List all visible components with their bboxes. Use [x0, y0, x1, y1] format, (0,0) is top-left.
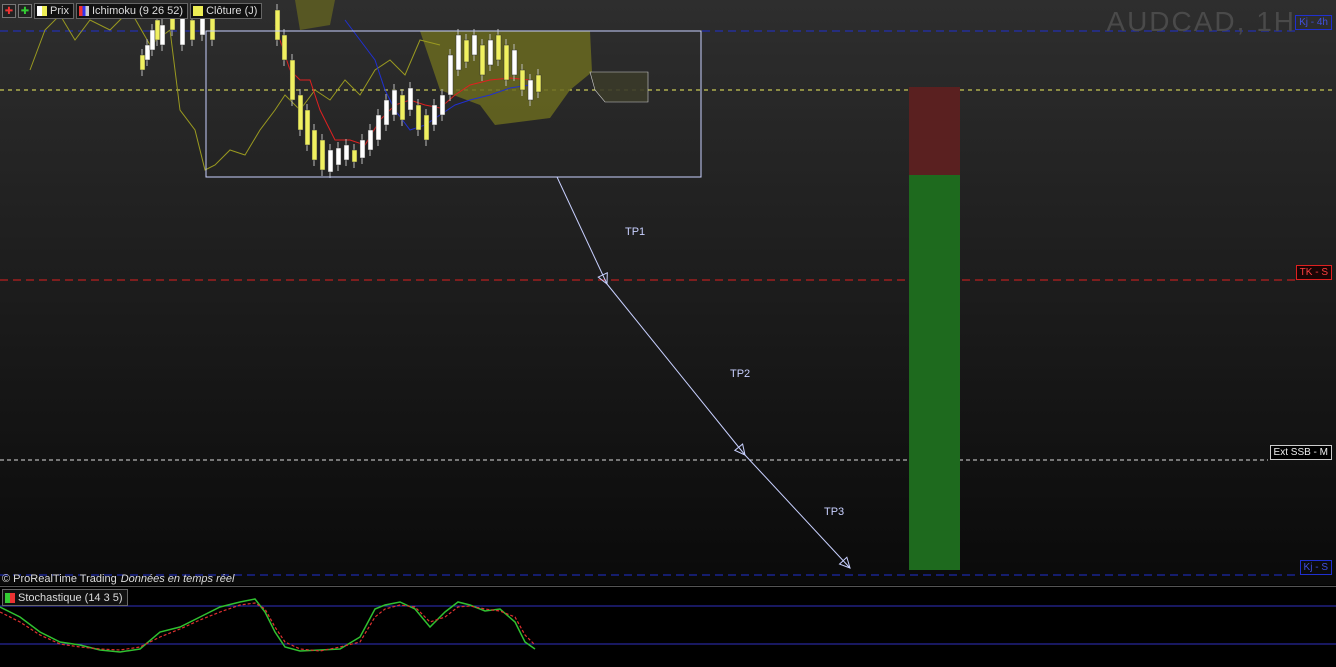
cloud-extension [589, 71, 649, 103]
candle-body [455, 34, 462, 71]
candle-body [463, 39, 470, 63]
expand-icon[interactable]: ✚ [18, 4, 32, 18]
candle-body [281, 34, 288, 61]
candle-body [439, 94, 446, 116]
tp1-label: TP1 [625, 226, 645, 238]
candle-icon [37, 6, 47, 16]
candle-body [375, 114, 382, 141]
candle-body [383, 99, 390, 126]
reward-zone [909, 175, 960, 570]
stochastic-panel[interactable]: Stochastique (14 3 5) [0, 586, 1336, 662]
tp2-arrow-line [606, 283, 746, 456]
candle-body [343, 144, 350, 161]
candle-body [471, 34, 478, 56]
tp2-label: TP2 [730, 368, 750, 380]
legend-prix[interactable]: Prix [34, 3, 74, 19]
candle-body [289, 59, 296, 101]
price-chart-canvas: TP1 TP2 TP3 [0, 0, 1336, 576]
candle-body [311, 129, 318, 161]
legend-cloture[interactable]: Clôture (J) [190, 3, 263, 19]
tp1-arrow-line [556, 176, 608, 285]
risk-zone [909, 87, 960, 175]
tp3-label: TP3 [824, 506, 844, 518]
candle-body [159, 24, 166, 46]
candle-body [359, 139, 366, 159]
candle-body [351, 149, 358, 163]
tag-kj-4h: Kj - 4h [1295, 15, 1332, 30]
stochastic-icon [5, 592, 15, 603]
candle-body [535, 74, 542, 93]
tag-kj-s: Kj - S [1299, 560, 1332, 575]
candle-body [319, 139, 326, 171]
candle-body [367, 129, 374, 151]
stochastic-canvas [0, 598, 1336, 653]
collapse-icon[interactable]: ✚ [2, 4, 16, 18]
candle-body [149, 29, 156, 51]
line-icon [193, 6, 204, 16]
candle-body [335, 147, 342, 166]
candle-body [391, 89, 398, 116]
chart-legend: ✚ ✚ Prix Ichimoku (9 26 52) Clôture (J) [2, 3, 263, 19]
candle-body [527, 79, 534, 101]
price-chart[interactable]: TP1 TP2 TP3 ✚ ✚ Prix Ichimoku (9 26 52) Cl… [0, 0, 1336, 585]
candle-body [487, 39, 494, 66]
symbol-watermark: AUDCAD, 1H [1106, 6, 1296, 37]
candle-body [297, 94, 304, 131]
candle-body [511, 49, 518, 76]
stochastic-legend[interactable]: Stochastique (14 3 5) [2, 589, 128, 606]
data-credit: © ProRealTime Trading Données en temps ré… [2, 573, 235, 585]
candle-body [407, 87, 414, 111]
candle-body [495, 34, 502, 61]
candle-body [179, 14, 186, 46]
candle-body [519, 69, 526, 91]
cloud-past [295, 0, 335, 30]
tag-ext-ssb-m: Ext SSB - M [1269, 445, 1332, 460]
candle-body [189, 19, 196, 41]
ichimoku-icon [78, 6, 89, 16]
candle-body [447, 54, 454, 96]
candle-body [431, 104, 438, 126]
candle-body [139, 54, 146, 71]
candle-body [415, 104, 422, 131]
candle-body [154, 19, 161, 41]
tag-tk-s: TK - S [1295, 265, 1332, 280]
candle-body [327, 149, 334, 173]
candle-body [399, 94, 406, 121]
candle-body [423, 114, 430, 141]
candle-body [144, 44, 151, 61]
candle-body [503, 44, 510, 81]
legend-ichimoku[interactable]: Ichimoku (9 26 52) [75, 3, 189, 19]
candle-body [274, 9, 281, 41]
candle-body [304, 109, 311, 146]
candle-body [479, 44, 486, 76]
